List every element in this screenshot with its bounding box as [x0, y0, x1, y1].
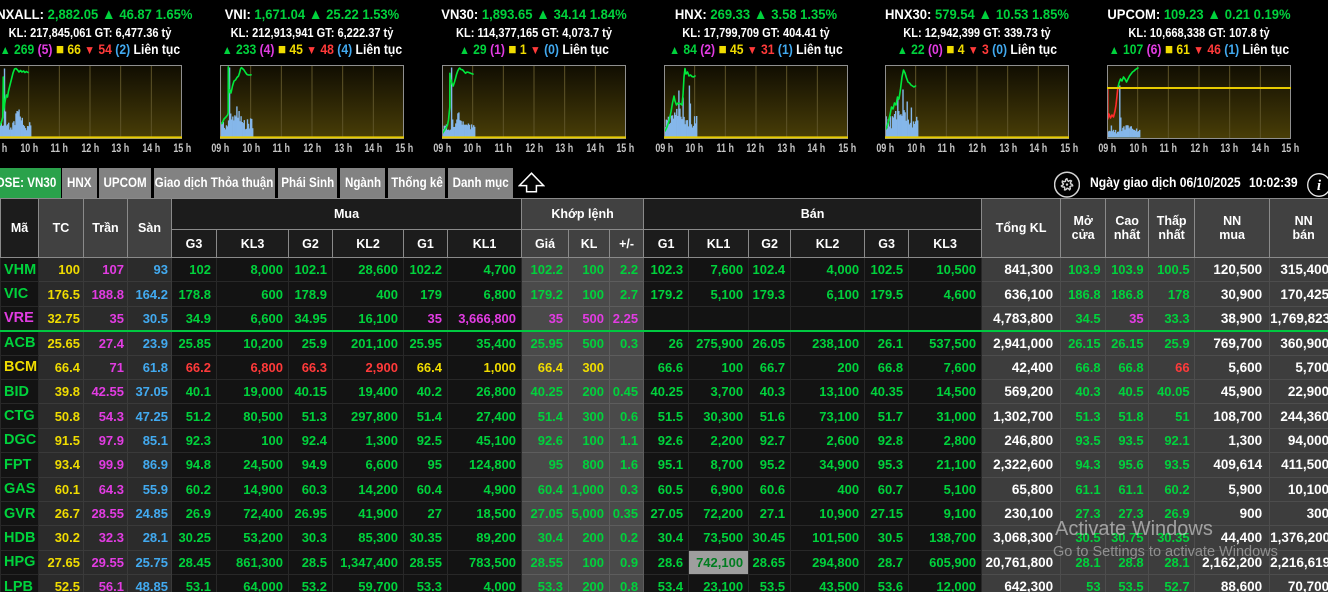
svg-text:i: i — [1317, 178, 1322, 194]
